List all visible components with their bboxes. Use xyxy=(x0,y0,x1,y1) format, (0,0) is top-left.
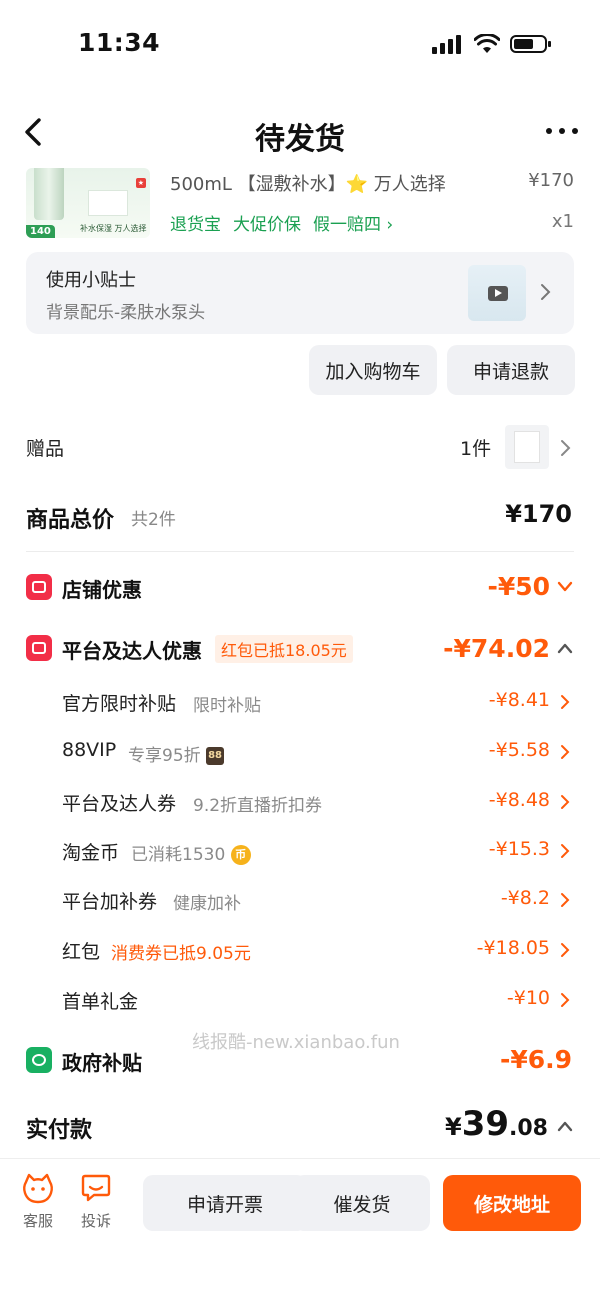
thumb-caption: 补水保湿 万人选择 xyxy=(80,224,147,233)
bottle-image xyxy=(34,168,64,220)
subsidy-item-value[interactable]: -¥8.41 xyxy=(489,689,550,711)
coin-item-value[interactable]: -¥15.3 xyxy=(489,838,550,860)
complaint-button[interactable]: 投诉 xyxy=(76,1172,116,1231)
chevron-right-icon xyxy=(541,284,551,300)
dot-icon xyxy=(546,128,552,134)
shop-discount-value[interactable]: -¥50 xyxy=(487,572,550,601)
thumb-price: 140 xyxy=(26,225,55,238)
actual-payment-value[interactable]: ¥39.08 xyxy=(445,1104,548,1144)
status-time: 11:34 xyxy=(78,28,161,57)
request-refund-button[interactable]: 申请退款 xyxy=(447,345,575,395)
add-to-cart-button[interactable]: 加入购物车 xyxy=(309,345,437,395)
bonus-coupon-item-value[interactable]: -¥8.2 xyxy=(501,887,550,909)
coupon-item-label: 平台及达人券 xyxy=(62,793,177,815)
complaint-label: 投诉 xyxy=(80,1212,111,1230)
chevron-right-icon[interactable] xyxy=(558,438,572,458)
request-invoice-button[interactable]: 申请开票 xyxy=(143,1175,307,1231)
coin-item-note: 已消耗1530 币 xyxy=(131,840,251,865)
battery-icon xyxy=(510,35,551,53)
dot-icon xyxy=(559,128,565,134)
red-packet-badge: 红包已抵18.05元 xyxy=(215,635,353,663)
chevron-right-icon[interactable] xyxy=(560,744,570,760)
product-thumbnail[interactable]: ★ 140 补水保湿 万人选择 xyxy=(26,168,150,238)
watermark: 线报酷-new.xianbao.fun xyxy=(192,1032,400,1053)
bonus-coupon-item-label: 平台加补券 xyxy=(62,891,158,913)
product-service-tags[interactable]: 退货宝 大促价保 假一赔四 › xyxy=(170,210,393,235)
chevron-right-icon[interactable] xyxy=(560,694,570,710)
total-price-label: 商品总价 xyxy=(26,508,115,533)
total-price-value: ¥170 xyxy=(505,500,572,528)
tag-return-insurance: 退货宝 xyxy=(170,215,221,235)
wifi-icon xyxy=(474,34,500,53)
first-order-item-label: 首单礼金 xyxy=(62,991,139,1013)
chevron-right-icon[interactable] xyxy=(560,942,570,958)
red-packet-item-label: 红包 xyxy=(62,941,101,963)
platform-discount-icon xyxy=(26,635,52,661)
change-address-button[interactable]: 修改地址 xyxy=(443,1175,581,1231)
platform-discount-value[interactable]: -¥74.02 xyxy=(443,634,550,663)
vip-item-value[interactable]: -¥5.58 xyxy=(489,739,550,761)
divider xyxy=(26,551,574,552)
bonus-coupon-item-note: 健康加补 xyxy=(173,894,241,914)
tag-authentic-guarantee: 假一赔四 › xyxy=(313,215,394,235)
coin-item-label: 淘金币 xyxy=(62,842,120,864)
chevron-right-icon[interactable] xyxy=(560,992,570,1008)
gov-subsidy-icon xyxy=(26,1047,52,1073)
chevron-right-icon[interactable] xyxy=(560,843,570,859)
chevron-down-icon[interactable] xyxy=(556,580,574,594)
dot-icon xyxy=(572,128,578,134)
vip-88-icon: 88 xyxy=(206,747,225,765)
chevron-right-icon[interactable] xyxy=(560,794,570,810)
more-options-button[interactable] xyxy=(546,128,578,134)
gov-subsidy-value: -¥6.9 xyxy=(499,1045,572,1074)
box-image xyxy=(88,190,128,216)
coupon-item-note: 9.2折直播折扣券 xyxy=(193,796,323,816)
platform-discount-label: 平台及达人优惠 xyxy=(62,639,202,663)
total-item-count: 共2件 xyxy=(131,510,176,530)
gift-thumbnail[interactable] xyxy=(505,425,549,469)
shop-discount-icon xyxy=(26,574,52,600)
usage-tips-card[interactable]: 使用小贴士 背景配乐-柔肤水泵头 xyxy=(26,252,574,334)
play-icon xyxy=(488,286,508,301)
vip-item-note: 专享95折 88 xyxy=(128,741,225,766)
red-packet-item-value[interactable]: -¥18.05 xyxy=(477,937,550,959)
product-quantity: x1 xyxy=(551,211,574,232)
gov-subsidy-label: 政府补贴 xyxy=(62,1051,142,1075)
subsidy-item-label: 官方限时补贴 xyxy=(62,693,177,715)
status-icons xyxy=(432,34,552,54)
gift-count[interactable]: 1件 xyxy=(460,434,491,461)
chevron-right-icon[interactable] xyxy=(560,892,570,908)
coupon-item-value[interactable]: -¥8.48 xyxy=(489,789,550,811)
actual-payment-label: 实付款 xyxy=(26,1118,93,1143)
urge-shipping-button[interactable]: 催发货 xyxy=(294,1175,430,1231)
coin-icon: 币 xyxy=(230,845,251,865)
shop-discount-label: 店铺优惠 xyxy=(62,578,142,602)
customer-service-icon xyxy=(23,1173,53,1204)
vip-item-label: 88VIP xyxy=(62,739,117,761)
product-name[interactable]: 500mL 【湿敷补水】⭐ 万人选择 xyxy=(170,170,446,196)
complaint-icon xyxy=(81,1174,111,1202)
chevron-up-icon[interactable] xyxy=(556,641,574,655)
tips-video-thumbnail[interactable] xyxy=(468,265,526,321)
product-price: ¥170 xyxy=(528,170,574,191)
red-packet-item-note: 消费券已抵9.05元 xyxy=(111,944,251,964)
chevron-up-icon[interactable] xyxy=(556,1119,574,1133)
page-title: 待发货 xyxy=(255,122,345,157)
gift-label: 赠品 xyxy=(26,438,65,460)
tips-subtitle: 背景配乐-柔肤水泵头 xyxy=(46,303,206,323)
first-order-item-value[interactable]: -¥10 xyxy=(507,987,550,1009)
thumb-promo-tag: ★ xyxy=(135,178,146,188)
cellular-signal-icon xyxy=(432,35,461,54)
customer-service-button[interactable]: 客服 xyxy=(18,1172,58,1231)
tag-price-protection: 大促价保 xyxy=(233,215,301,235)
tips-title: 使用小贴士 xyxy=(46,270,136,291)
subsidy-item-note: 限时补贴 xyxy=(193,696,261,716)
customer-service-label: 客服 xyxy=(22,1212,53,1230)
